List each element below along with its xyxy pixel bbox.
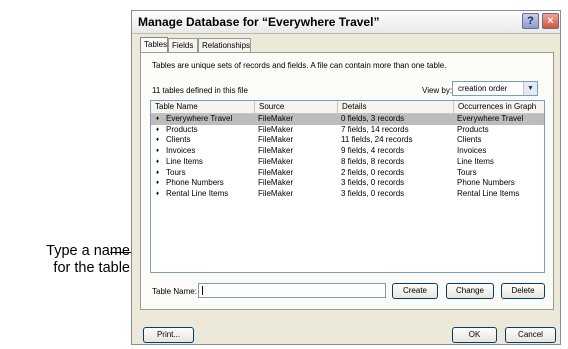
drag-handle-icon[interactable]: ♦ bbox=[156, 157, 159, 168]
cell-details: 8 fields, 8 records bbox=[341, 156, 405, 166]
drag-handle-icon[interactable]: ♦ bbox=[156, 135, 159, 146]
cell-occurrences: Invoices bbox=[457, 146, 487, 156]
cell-source: FileMaker bbox=[258, 146, 294, 156]
cancel-button[interactable]: Cancel bbox=[505, 327, 556, 343]
ok-button[interactable]: OK bbox=[452, 327, 497, 343]
view-by-value: creation order bbox=[458, 84, 508, 93]
cell-occurrences: Tours bbox=[457, 167, 477, 177]
create-button[interactable]: Create bbox=[392, 283, 438, 299]
cell-occurrences: Line Items bbox=[457, 156, 494, 166]
table-header: Table Name Source Details Occurrences in… bbox=[151, 101, 544, 114]
drag-handle-icon[interactable]: ♦ bbox=[156, 125, 159, 136]
drag-handle-icon[interactable]: ♦ bbox=[156, 168, 159, 179]
view-by-label: View by: bbox=[422, 86, 453, 95]
cell-occurrences: Everywhere Travel bbox=[457, 114, 524, 123]
tab-fields[interactable]: Fields bbox=[168, 38, 198, 52]
help-button[interactable]: ? bbox=[522, 13, 539, 29]
cell-source: FileMaker bbox=[258, 135, 294, 145]
column-header-occurrences[interactable]: Occurrences in Graph bbox=[454, 101, 544, 113]
title-bar[interactable]: Manage Database for “Everywhere Travel” … bbox=[132, 11, 560, 34]
tab-relationships[interactable]: Relationships bbox=[198, 38, 251, 52]
drag-handle-icon[interactable]: ♦ bbox=[156, 189, 159, 200]
cell-source: FileMaker bbox=[258, 167, 294, 177]
cell-details: 0 fields, 3 records bbox=[341, 114, 405, 123]
cell-details: 11 fields, 24 records bbox=[341, 135, 413, 145]
column-header-table-name[interactable]: Table Name bbox=[151, 101, 255, 113]
table-row[interactable]: ♦ Clients FileMaker 11 fields, 24 records Cl… bbox=[151, 135, 544, 146]
cell-name: Rental Line Items bbox=[166, 188, 229, 198]
cell-name: Everywhere Travel bbox=[166, 114, 233, 123]
column-header-details[interactable]: Details bbox=[338, 101, 454, 113]
drag-handle-icon[interactable]: ♦ bbox=[156, 114, 159, 125]
cell-source: FileMaker bbox=[258, 156, 294, 166]
chevron-down-icon[interactable]: ▼ bbox=[523, 82, 537, 95]
panel-description: Tables are unique sets of records and fi… bbox=[152, 61, 447, 70]
window-title: Manage Database for “Everywhere Travel” bbox=[138, 15, 380, 29]
table-name-label: Table Name: bbox=[152, 287, 197, 296]
close-button[interactable]: × bbox=[542, 13, 559, 29]
delete-button[interactable]: Delete bbox=[501, 283, 545, 299]
table-count: 11 tables defined in this file bbox=[152, 86, 248, 95]
drag-handle-icon[interactable]: ♦ bbox=[156, 146, 159, 157]
print-button[interactable]: Print... bbox=[143, 327, 194, 343]
table-row[interactable]: ♦ Tours FileMaker 2 fields, 0 records Tours bbox=[151, 168, 544, 179]
view-by-dropdown[interactable]: creation order ▼ bbox=[452, 81, 538, 96]
callout-line-2: for the table bbox=[53, 260, 130, 276]
tables-panel: Tables are unique sets of records and fi… bbox=[140, 52, 554, 310]
cell-source: FileMaker bbox=[258, 178, 294, 188]
drag-handle-icon[interactable]: ♦ bbox=[156, 178, 159, 189]
cell-name: Phone Numbers bbox=[166, 178, 224, 188]
table-row[interactable]: ♦ Rental Line Items FileMaker 3 fields, 0 r… bbox=[151, 189, 544, 200]
callout-annotation: Type a name for the table bbox=[8, 243, 130, 277]
cell-occurrences: Clients bbox=[457, 135, 482, 145]
cell-details: 3 fields, 0 records bbox=[341, 188, 405, 198]
column-header-source[interactable]: Source bbox=[255, 101, 338, 113]
cell-name: Line Items bbox=[166, 156, 203, 166]
table-row[interactable]: ♦ Invoices FileMaker 9 fields, 4 records Inv… bbox=[151, 146, 544, 157]
text-caret bbox=[202, 286, 203, 295]
table-row[interactable]: ♦ Everywhere Travel FileMaker 0 fields, 3 r… bbox=[151, 114, 544, 125]
tables-list[interactable]: Table Name Source Details Occurrences in… bbox=[150, 100, 545, 273]
cell-name: Tours bbox=[166, 167, 186, 177]
table-row[interactable]: ♦ Products FileMaker 7 fields, 14 records Pr… bbox=[151, 125, 544, 136]
cell-occurrences: Rental Line Items bbox=[457, 188, 520, 198]
change-button[interactable]: Change bbox=[446, 283, 494, 299]
cell-details: 7 fields, 14 records bbox=[341, 124, 409, 134]
cell-details: 3 fields, 0 records bbox=[341, 178, 405, 188]
table-row[interactable]: ♦ Phone Numbers FileMaker 3 fields, 0 recor… bbox=[151, 178, 544, 189]
tab-tables[interactable]: Tables bbox=[140, 37, 168, 53]
cell-details: 2 fields, 0 records bbox=[341, 167, 405, 177]
cell-source: FileMaker bbox=[258, 114, 294, 123]
cell-source: FileMaker bbox=[258, 124, 294, 134]
cell-occurrences: Phone Numbers bbox=[457, 178, 515, 188]
cell-name: Products bbox=[166, 124, 198, 134]
cell-name: Invoices bbox=[166, 146, 196, 156]
manage-database-dialog: Manage Database for “Everywhere Travel” … bbox=[131, 10, 561, 345]
cell-name: Clients bbox=[166, 135, 191, 145]
cell-occurrences: Products bbox=[457, 124, 489, 134]
cell-details: 9 fields, 4 records bbox=[341, 146, 405, 156]
table-row[interactable]: ♦ Line Items FileMaker 8 fields, 8 records L… bbox=[151, 157, 544, 168]
cell-source: FileMaker bbox=[258, 188, 294, 198]
table-name-input[interactable] bbox=[198, 283, 386, 298]
